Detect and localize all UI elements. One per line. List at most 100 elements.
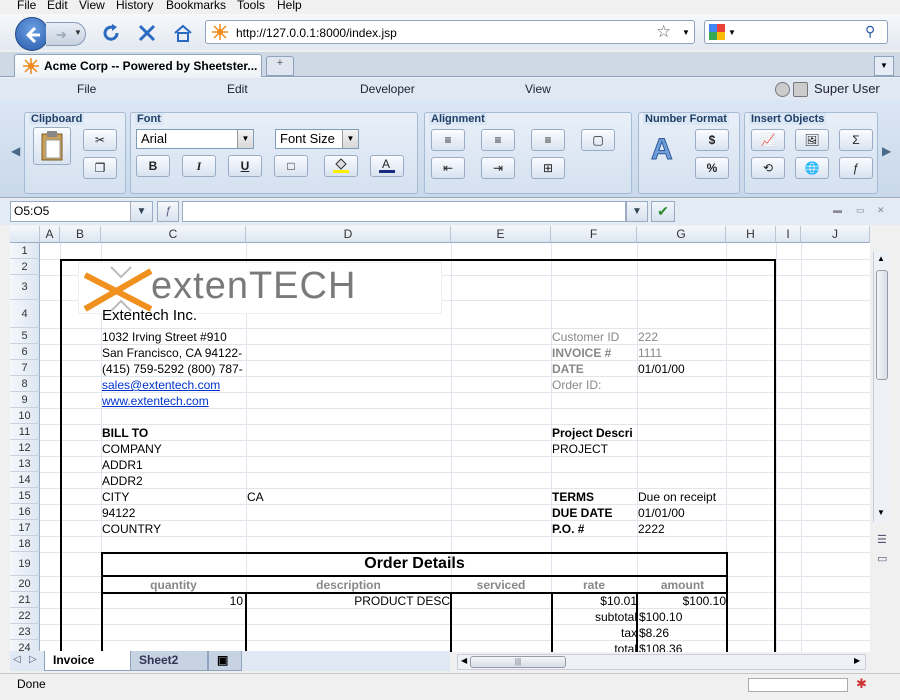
project-value[interactable]: PROJECT <box>552 441 608 457</box>
home-icon[interactable] <box>172 22 194 44</box>
row-header[interactable]: 9 <box>10 392 40 408</box>
horizontal-scroll-thumb[interactable]: ||| <box>470 656 566 668</box>
bill-to-country[interactable]: COUNTRY <box>102 521 161 537</box>
addon-bug-icon[interactable]: ✱ <box>856 676 867 692</box>
font-name-select[interactable]: Arial ▼ <box>136 129 254 149</box>
order-header-amount[interactable]: amount <box>637 577 728 593</box>
tax-value[interactable]: $8.26 <box>639 625 669 641</box>
project-description-label[interactable]: Project Descri <box>552 425 637 441</box>
date-label[interactable]: DATE <box>552 361 584 377</box>
insert-function-button[interactable]: ƒ <box>839 157 873 179</box>
row-header[interactable]: 6 <box>10 344 40 360</box>
sheet-next-icon[interactable]: ▷ <box>29 654 37 665</box>
menu-history[interactable]: History <box>116 0 153 12</box>
percent-button[interactable]: % <box>695 157 729 179</box>
search-icon[interactable]: ⚲ <box>865 23 875 40</box>
sheet-tab-sheet2[interactable]: Sheet2 <box>130 651 208 671</box>
order-details-title[interactable]: Order Details <box>101 554 728 574</box>
company-name[interactable]: Extentech Inc. <box>102 306 197 326</box>
scroll-left-icon[interactable]: ◀ <box>461 656 467 665</box>
sheet-prev-icon[interactable]: ◁ <box>13 654 21 665</box>
forward-button[interactable]: ➔ ▼ <box>46 22 86 46</box>
google-icon[interactable] <box>708 23 726 41</box>
column-header-h[interactable]: H <box>726 226 776 243</box>
formula-expand-button[interactable]: ▼ <box>626 201 648 222</box>
formula-accept-button[interactable]: ✔ <box>651 201 675 222</box>
tax-label[interactable]: tax <box>553 625 637 641</box>
wrap-text-button[interactable]: ▢ <box>581 129 615 151</box>
invoice-number-value[interactable]: 1111 <box>638 345 662 361</box>
user-search-icon[interactable] <box>793 82 808 97</box>
company-phone[interactable]: (415) 759-5292 (800) 787- <box>102 361 246 377</box>
row-header[interactable]: 20 <box>10 576 40 592</box>
order-id-label[interactable]: Order ID: <box>552 377 601 393</box>
column-header-j[interactable]: J <box>801 226 870 243</box>
row-header[interactable]: 14 <box>10 472 40 488</box>
select-all-corner[interactable] <box>10 226 40 243</box>
function-wizard-button[interactable]: ƒ <box>157 201 179 222</box>
row-header[interactable]: 16 <box>10 504 40 520</box>
po-label[interactable]: P.O. # <box>552 521 584 537</box>
close-icon[interactable]: ✕ <box>877 205 885 216</box>
row-header[interactable]: 5 <box>10 328 40 344</box>
column-header-e[interactable]: E <box>451 226 551 243</box>
align-right-button[interactable]: ≡ <box>531 129 565 151</box>
border-button[interactable]: □ <box>274 155 308 177</box>
column-header-g[interactable]: G <box>637 226 726 243</box>
add-sheet-button[interactable]: ▣ <box>208 651 242 671</box>
url-dropdown-icon[interactable]: ▼ <box>682 28 690 37</box>
company-email-link[interactable]: sales@extentech.com <box>102 377 220 393</box>
scroll-right-icon[interactable]: ▶ <box>854 656 860 665</box>
order-header-rate[interactable]: rate <box>551 577 637 593</box>
due-date-value[interactable]: 01/01/00 <box>638 505 685 521</box>
reload-icon[interactable] <box>100 22 122 44</box>
side-panel-comment-icon[interactable]: ▭ <box>877 552 887 565</box>
sheet-tab-invoice[interactable]: Invoice <box>44 651 134 671</box>
bill-to-addr2[interactable]: ADDR2 <box>102 473 143 489</box>
bill-to-addr1[interactable]: ADDR1 <box>102 457 143 473</box>
insert-pivot-button[interactable]: ⟲ <box>751 157 785 179</box>
ribbon-scroll-right-icon[interactable]: ▶ <box>882 144 891 158</box>
url-text[interactable]: http://127.0.0.1:8000/index.jsp <box>236 26 397 40</box>
insert-link-button[interactable]: 🌐 <box>795 157 829 179</box>
bill-to-label[interactable]: BILL TO <box>102 425 148 441</box>
horizontal-scrollbar[interactable]: ◀ ||| ▶ <box>457 654 866 670</box>
order-quantity[interactable]: 10 <box>101 593 243 609</box>
row-header[interactable]: 21 <box>10 592 40 608</box>
align-center-button[interactable]: ≡ <box>481 129 515 151</box>
bookmark-star-icon[interactable]: ☆ <box>656 22 671 42</box>
row-header[interactable]: 13 <box>10 456 40 472</box>
column-header-i[interactable]: I <box>776 226 801 243</box>
company-city[interactable]: San Francisco, CA 94122- <box>102 345 246 361</box>
menu-help[interactable]: Help <box>277 0 302 12</box>
row-header[interactable]: 8 <box>10 376 40 392</box>
scroll-down-icon[interactable]: ▼ <box>877 508 885 517</box>
menu-view[interactable]: View <box>79 0 105 12</box>
currency-button[interactable]: $ <box>695 129 729 151</box>
scroll-up-icon[interactable]: ▲ <box>877 254 885 263</box>
vertical-scroll-thumb[interactable] <box>876 270 888 380</box>
row-header[interactable]: 2 <box>10 259 40 275</box>
underline-button[interactable]: U <box>228 155 262 177</box>
row-header[interactable]: 19 <box>10 552 40 576</box>
fill-color-button[interactable] <box>324 155 358 177</box>
chevron-down-icon[interactable]: ▼ <box>342 130 358 148</box>
bill-to-city[interactable]: CITY <box>102 489 129 505</box>
company-address[interactable]: 1032 Irving Street #910 <box>102 329 246 345</box>
app-menu-view[interactable]: View <box>525 82 551 96</box>
order-description[interactable]: PRODUCT DESC <box>247 593 450 609</box>
row-header[interactable]: 7 <box>10 360 40 376</box>
indent-decrease-button[interactable]: ⇤ <box>431 157 465 179</box>
company-website-link[interactable]: www.extentech.com <box>102 393 209 409</box>
due-date-label[interactable]: DUE DATE <box>552 505 612 521</box>
customer-id-value[interactable]: 222 <box>638 329 658 345</box>
column-header-a[interactable]: A <box>40 226 60 243</box>
restore-icon[interactable]: ▭ <box>856 205 865 216</box>
row-header[interactable]: 18 <box>10 536 40 552</box>
stop-icon[interactable] <box>137 23 157 43</box>
spreadsheet-grid[interactable]: A B C D E F G H I J 1 2 3 4 5 6 7 8 9 10… <box>10 226 870 652</box>
terms-value[interactable]: Due on receipt <box>638 489 716 505</box>
history-dropdown-icon[interactable]: ▼ <box>74 28 82 37</box>
po-value[interactable]: 2222 <box>638 521 665 537</box>
insert-image-button[interactable]: 🖼 <box>795 129 829 151</box>
